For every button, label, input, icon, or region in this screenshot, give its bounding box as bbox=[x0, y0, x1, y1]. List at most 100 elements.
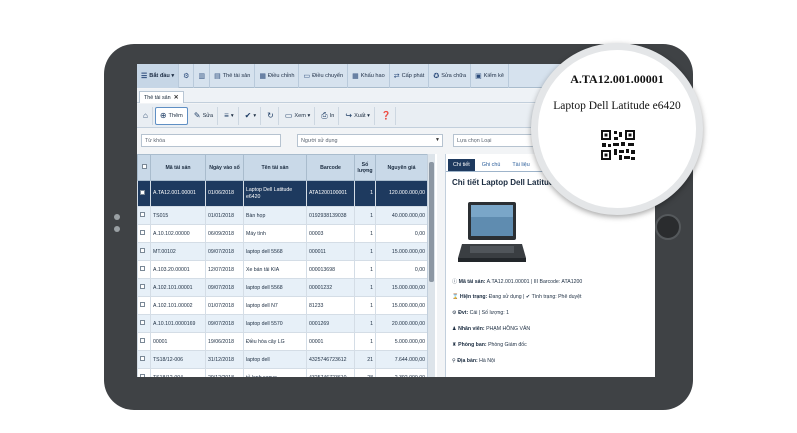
cell-date: 12/07/2018 bbox=[205, 260, 244, 279]
tab-notes[interactable]: Ghi chú bbox=[477, 159, 506, 171]
tree-button[interactable]: ⌂ bbox=[139, 106, 153, 125]
menu-inventory[interactable]: ▣ Kiểm kê bbox=[471, 64, 509, 88]
cell-barcode: ATA1200100001 bbox=[306, 180, 355, 207]
row-select-cell[interactable] bbox=[137, 206, 151, 225]
row-select-cell[interactable] bbox=[137, 314, 151, 333]
row-select-cell[interactable] bbox=[137, 368, 151, 377]
tab-asset-card[interactable]: Thẻ tài sản ✕ bbox=[139, 91, 184, 103]
row-select-cell[interactable] bbox=[137, 224, 151, 243]
table-row[interactable]: A.102.101.00001 09/07/2018 laptop dell 556… bbox=[137, 278, 428, 297]
col-header-price[interactable]: Nguyên giá bbox=[375, 154, 428, 181]
scrollbar-thumb[interactable] bbox=[429, 162, 434, 282]
cell-date: 31/12/2018 bbox=[205, 350, 244, 369]
adjust-icon: ▦ bbox=[259, 72, 266, 80]
close-icon[interactable]: ✕ bbox=[174, 94, 179, 101]
table-row[interactable]: TS18/12-00429/12/2018tủ lạnh sanyo432574… bbox=[137, 368, 428, 377]
table-row[interactable]: A.10.101.0000169 09/07/2018 laptop dell 55… bbox=[137, 314, 428, 333]
info-employee: ♟ Nhân viên: PHẠM HỒNG VÂN bbox=[452, 326, 531, 332]
user-select[interactable]: Người sử dụng ▼ bbox=[297, 134, 443, 147]
row-select-cell[interactable] bbox=[137, 180, 151, 207]
cell-qty: 1 bbox=[354, 224, 376, 243]
row-checkbox[interactable] bbox=[140, 320, 145, 325]
help-button[interactable]: ❓ bbox=[377, 106, 396, 125]
hourglass-icon: ⌛ bbox=[452, 294, 459, 300]
print-button[interactable]: ⎙ In bbox=[317, 106, 340, 125]
menu-asset-card[interactable]: ▤ Thẻ tài sản bbox=[210, 64, 256, 88]
add-button[interactable]: ⊕ Thêm bbox=[154, 106, 188, 125]
cell-barcode: 0192938139038 bbox=[306, 206, 355, 225]
col-header-barcode[interactable]: Barcode bbox=[306, 154, 355, 181]
table-row[interactable]: 00001 19/06/2018 Điều hòa cây LG 00001 1 5.00… bbox=[137, 332, 428, 351]
table-row[interactable]: A.TA12.001.00001 01/06/2018 Laptop Dell La… bbox=[137, 180, 428, 207]
cell-price: 0,00 bbox=[375, 224, 428, 243]
col-header-name[interactable]: Tên tài sản bbox=[243, 154, 307, 181]
chart-icon: ▥ bbox=[198, 72, 206, 80]
edit-button[interactable]: ✎ Sửa bbox=[190, 106, 219, 125]
row-checkbox[interactable] bbox=[140, 284, 145, 289]
row-checkbox[interactable] bbox=[140, 338, 145, 343]
card-icon: ▤ bbox=[214, 72, 221, 80]
tab-documents[interactable]: Tài liệu bbox=[507, 159, 534, 171]
row-select-cell[interactable] bbox=[137, 332, 151, 351]
row-checkbox[interactable] bbox=[140, 189, 145, 195]
home-button[interactable] bbox=[655, 214, 681, 240]
info-location: ⚲ Địa bàn: Hà Nội bbox=[452, 358, 496, 364]
plus-circle-icon: ⊕ bbox=[159, 111, 167, 120]
magnified-asset-code: A.TA12.001.00001 bbox=[570, 72, 664, 86]
table-row[interactable]: TS18/12-006 31/12/2018 laptop dell 43257467… bbox=[137, 350, 428, 369]
menu-repair[interactable]: ✪ Sửa chữa bbox=[429, 64, 472, 88]
cell-price: 2.392.000,00 bbox=[375, 368, 428, 377]
menu-depreciation[interactable]: ▦ Khấu hao bbox=[348, 64, 390, 88]
col-header-date[interactable]: Ngày vào sổ bbox=[205, 154, 244, 181]
table-row[interactable]: MT.00102 09/07/2018 laptop dell 5568 000011… bbox=[137, 242, 428, 261]
row-checkbox[interactable] bbox=[140, 230, 145, 235]
menu-start[interactable]: ☰ Bắt đầu ▾ bbox=[137, 64, 180, 88]
select-all-checkbox[interactable] bbox=[137, 154, 151, 181]
table-row[interactable]: A.102.101.00002 01/07/2018 laptop dell N7 8… bbox=[137, 296, 428, 315]
row-select-cell[interactable] bbox=[137, 296, 151, 315]
row-checkbox[interactable] bbox=[140, 266, 145, 271]
row-select-cell[interactable] bbox=[137, 350, 151, 369]
menu-report[interactable]: ▥ bbox=[194, 64, 211, 88]
pencil-icon: ✎ bbox=[193, 111, 201, 120]
cell-price: 15.000.000,00 bbox=[375, 296, 428, 315]
refresh-button[interactable]: ↻ bbox=[263, 106, 279, 125]
menu-transfer[interactable]: ▭ Điều chuyển bbox=[299, 64, 349, 88]
tab-detail[interactable]: Chi tiết bbox=[448, 159, 475, 171]
row-checkbox[interactable] bbox=[140, 302, 145, 307]
menu-adjust[interactable]: ▦ Điều chỉnh bbox=[255, 64, 300, 88]
row-checkbox[interactable] bbox=[140, 212, 145, 217]
view-button[interactable]: ▭ Xem ▾ bbox=[281, 106, 316, 125]
keyword-input[interactable]: Từ khóa bbox=[141, 134, 281, 147]
table-scrollbar[interactable] bbox=[427, 154, 435, 377]
col-header-qty[interactable]: Số lượng bbox=[354, 154, 376, 181]
cell-barcode: 00003 bbox=[306, 224, 355, 243]
inventory-icon: ▣ bbox=[475, 72, 482, 80]
row-select-cell[interactable] bbox=[137, 242, 151, 261]
row-checkbox[interactable] bbox=[140, 374, 145, 377]
cell-name: laptop dell N7 bbox=[243, 296, 307, 315]
cell-name: laptop dell 5568 bbox=[243, 242, 307, 261]
table-row[interactable]: A.103.20.00001 12/07/2018 Xe bán tải KIA 00… bbox=[137, 260, 428, 279]
row-checkbox[interactable] bbox=[140, 356, 145, 361]
table-row[interactable]: TS015 01/01/2018 Bàn họp 0192938139038 1 40.0… bbox=[137, 206, 428, 225]
cell-code: TS015 bbox=[150, 206, 206, 225]
cell-qty: 21 bbox=[354, 350, 376, 369]
row-checkbox[interactable] bbox=[140, 248, 145, 253]
row-select-cell[interactable] bbox=[137, 278, 151, 297]
row-select-cell[interactable] bbox=[137, 260, 151, 279]
cell-barcode: 81233 bbox=[306, 296, 355, 315]
cell-code: TS18/12-004 bbox=[150, 368, 206, 377]
col-header-code[interactable]: Mã tài sản bbox=[150, 154, 206, 181]
table-row[interactable]: A.10.102.00000 06/09/2018 Máy tính 00003 1 0,… bbox=[137, 224, 428, 243]
cell-price: 20.000.000,00 bbox=[375, 314, 428, 333]
cell-code: A.102.101.00001 bbox=[150, 278, 206, 297]
export-button[interactable]: ↪ Xuất ▾ bbox=[341, 106, 375, 125]
cell-code: A.10.102.00000 bbox=[150, 224, 206, 243]
approve-menu-button[interactable]: ✔ ▾ bbox=[241, 106, 262, 125]
allocate-icon: ⇄ bbox=[393, 72, 400, 80]
menu-allocate[interactable]: ⇄ Cấp phát bbox=[390, 64, 430, 88]
list-menu-button[interactable]: ≡ ▾ bbox=[220, 106, 239, 125]
dropdown-arrow-icon: ▼ bbox=[435, 137, 440, 143]
menu-dashboard[interactable]: ⚙ bbox=[179, 64, 195, 88]
